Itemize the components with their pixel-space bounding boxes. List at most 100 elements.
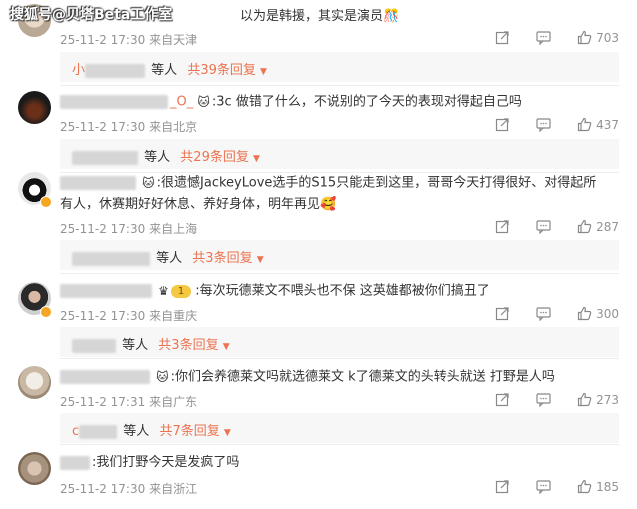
comment-button[interactable] — [536, 306, 551, 322]
comment-button[interactable] — [536, 117, 551, 133]
share-icon — [496, 31, 510, 45]
like-icon — [577, 117, 592, 132]
chevron-down-icon[interactable]: ▼ — [253, 154, 260, 164]
level-badge: 1 — [170, 284, 192, 298]
comment-text: ♛ 1:每次玩德莱文不喂头也不保 这英雄都被你们搞丑了 — [60, 280, 490, 303]
share-button[interactable] — [495, 306, 510, 321]
timestamp: 25-11-2 17:30 — [60, 120, 146, 134]
comment-body: :每次玩德莱文不喂头也不保 这英雄都被你们搞丑了 — [195, 283, 490, 299]
divider — [60, 273, 619, 274]
crown-badge-icon: 🐱 — [142, 176, 155, 190]
timestamp: 25-11-2 17:30 — [60, 33, 146, 47]
comment-icon — [536, 118, 551, 133]
comment-icon — [536, 31, 551, 46]
chevron-down-icon[interactable]: ▼ — [224, 428, 231, 438]
location: 来自广东 — [149, 395, 198, 409]
reply-who: 等人 — [151, 63, 178, 78]
share-icon — [496, 220, 510, 234]
divider — [60, 358, 619, 359]
like-count: 437 — [596, 117, 619, 132]
username-blurred — [60, 176, 136, 190]
share-icon — [496, 118, 510, 132]
like-icon — [577, 392, 592, 407]
verified-badge-icon — [40, 306, 52, 318]
comment-text: 🐱:你们会养德莱文吗就选德莱文 k了德莱文的头转头就送 打野是人吗 — [60, 366, 555, 389]
comment-text-cont: 有人，休赛期好好休息、养好身体，明年再见🥰 — [60, 194, 336, 216]
reply-count-link[interactable]: 共3条回复 — [192, 251, 252, 266]
timestamp: 25-11-2 17:30 — [60, 482, 146, 496]
divider — [60, 85, 619, 86]
reply-username-blurred — [72, 251, 150, 266]
reply-count-link[interactable]: 共3条回复 — [158, 338, 218, 353]
share-button[interactable] — [495, 117, 510, 132]
like-button[interactable]: 185 — [577, 479, 619, 494]
reply-prefix: 小 — [72, 63, 86, 78]
reply-bar[interactable]: c 等人 共7条回复 ▼ — [60, 413, 619, 443]
reply-username-blurred — [72, 150, 138, 165]
like-button[interactable]: 437 — [577, 117, 619, 132]
reply-count-link[interactable]: 共29条回复 — [180, 150, 249, 165]
comment-actions: 273 — [473, 392, 619, 408]
comment-meta: 25-11-2 17:31 来自广东 — [60, 393, 197, 410]
emoji: 🎊 — [383, 9, 400, 24]
reply-count-link[interactable]: 共39条回复 — [187, 63, 256, 78]
username-tail: _O_ — [170, 94, 194, 110]
share-button[interactable] — [495, 479, 510, 494]
reply-username-blurred — [79, 424, 118, 439]
comment-button[interactable] — [536, 392, 551, 408]
like-button[interactable]: 703 — [577, 30, 619, 45]
watermark: 搜狐号@贝塔Beta工作室 — [10, 7, 173, 23]
location: 来自北京 — [149, 120, 198, 134]
comment-body: :很遗憾JackeyLove选手的S15只能走到这里，哥哥今天打得很好、对得起所 — [156, 175, 597, 191]
comment-text: 🐱:很遗憾JackeyLove选手的S15只能走到这里，哥哥今天打得很好、对得起… — [60, 172, 596, 195]
like-count: 703 — [596, 30, 619, 45]
like-button[interactable]: 287 — [577, 219, 619, 234]
like-button[interactable]: 300 — [577, 306, 619, 321]
comment-actions: 300 — [473, 306, 619, 322]
comment-button[interactable] — [536, 30, 551, 46]
crown-badge-icon: ♛ — [158, 284, 169, 298]
comment-body: 以为是韩援，其实是演员 — [240, 9, 384, 24]
chevron-down-icon[interactable]: ▼ — [223, 342, 230, 352]
like-icon — [577, 479, 592, 494]
reply-prefix: c — [72, 424, 80, 439]
reply-bar[interactable]: 小 等人 共39条回复 ▼ — [60, 52, 619, 82]
comment-body-2: 有人，休赛期好好休息、养好身体，明年再见 — [60, 197, 321, 212]
username-blurred — [60, 455, 90, 470]
like-button[interactable]: 273 — [577, 392, 619, 407]
crown-badge-icon: 🐱 — [156, 370, 169, 384]
reply-username-blurred — [85, 63, 146, 78]
comment-button[interactable] — [536, 479, 551, 495]
verified-badge-icon — [40, 196, 52, 208]
comment-icon — [536, 480, 551, 495]
avatar[interactable] — [18, 366, 51, 399]
comment-actions: 185 — [473, 479, 619, 495]
chevron-down-icon[interactable]: ▼ — [257, 255, 264, 265]
reply-bar[interactable]: 等人 共3条回复 ▼ — [60, 327, 619, 357]
chevron-down-icon[interactable]: ▼ — [260, 67, 267, 77]
reply-count-link[interactable]: 共7条回复 — [159, 424, 219, 439]
comment-icon — [536, 393, 551, 408]
like-count: 300 — [596, 306, 619, 321]
timestamp: 25-11-2 17:31 — [60, 395, 146, 409]
share-button[interactable] — [495, 392, 510, 407]
share-icon — [496, 307, 510, 321]
avatar[interactable] — [18, 452, 51, 485]
comment-button[interactable] — [536, 219, 551, 235]
comment-body: :3c 做错了什么，不说别的了今天的表现对得起自己吗 — [211, 94, 522, 110]
comment-icon — [536, 220, 551, 235]
avatar[interactable] — [18, 91, 51, 124]
share-button[interactable] — [495, 30, 510, 45]
reply-who: 等人 — [122, 338, 149, 353]
timestamp: 25-11-2 17:30 — [60, 309, 146, 323]
comment-meta: 25-11-2 17:30 来自北京 — [60, 118, 197, 135]
divider — [60, 444, 619, 445]
reply-bar[interactable]: 等人 共29条回复 ▼ — [60, 139, 619, 169]
share-button[interactable] — [495, 219, 510, 234]
comment-meta: 25-11-2 17:30 来自上海 — [60, 220, 197, 237]
reply-bar[interactable]: 等人 共3条回复 ▼ — [60, 240, 619, 270]
reply-who: 等人 — [123, 424, 150, 439]
comment-meta: 25-11-2 17:30 来自重庆 — [60, 307, 197, 324]
location: 来自天津 — [149, 33, 198, 47]
like-icon — [577, 30, 592, 45]
